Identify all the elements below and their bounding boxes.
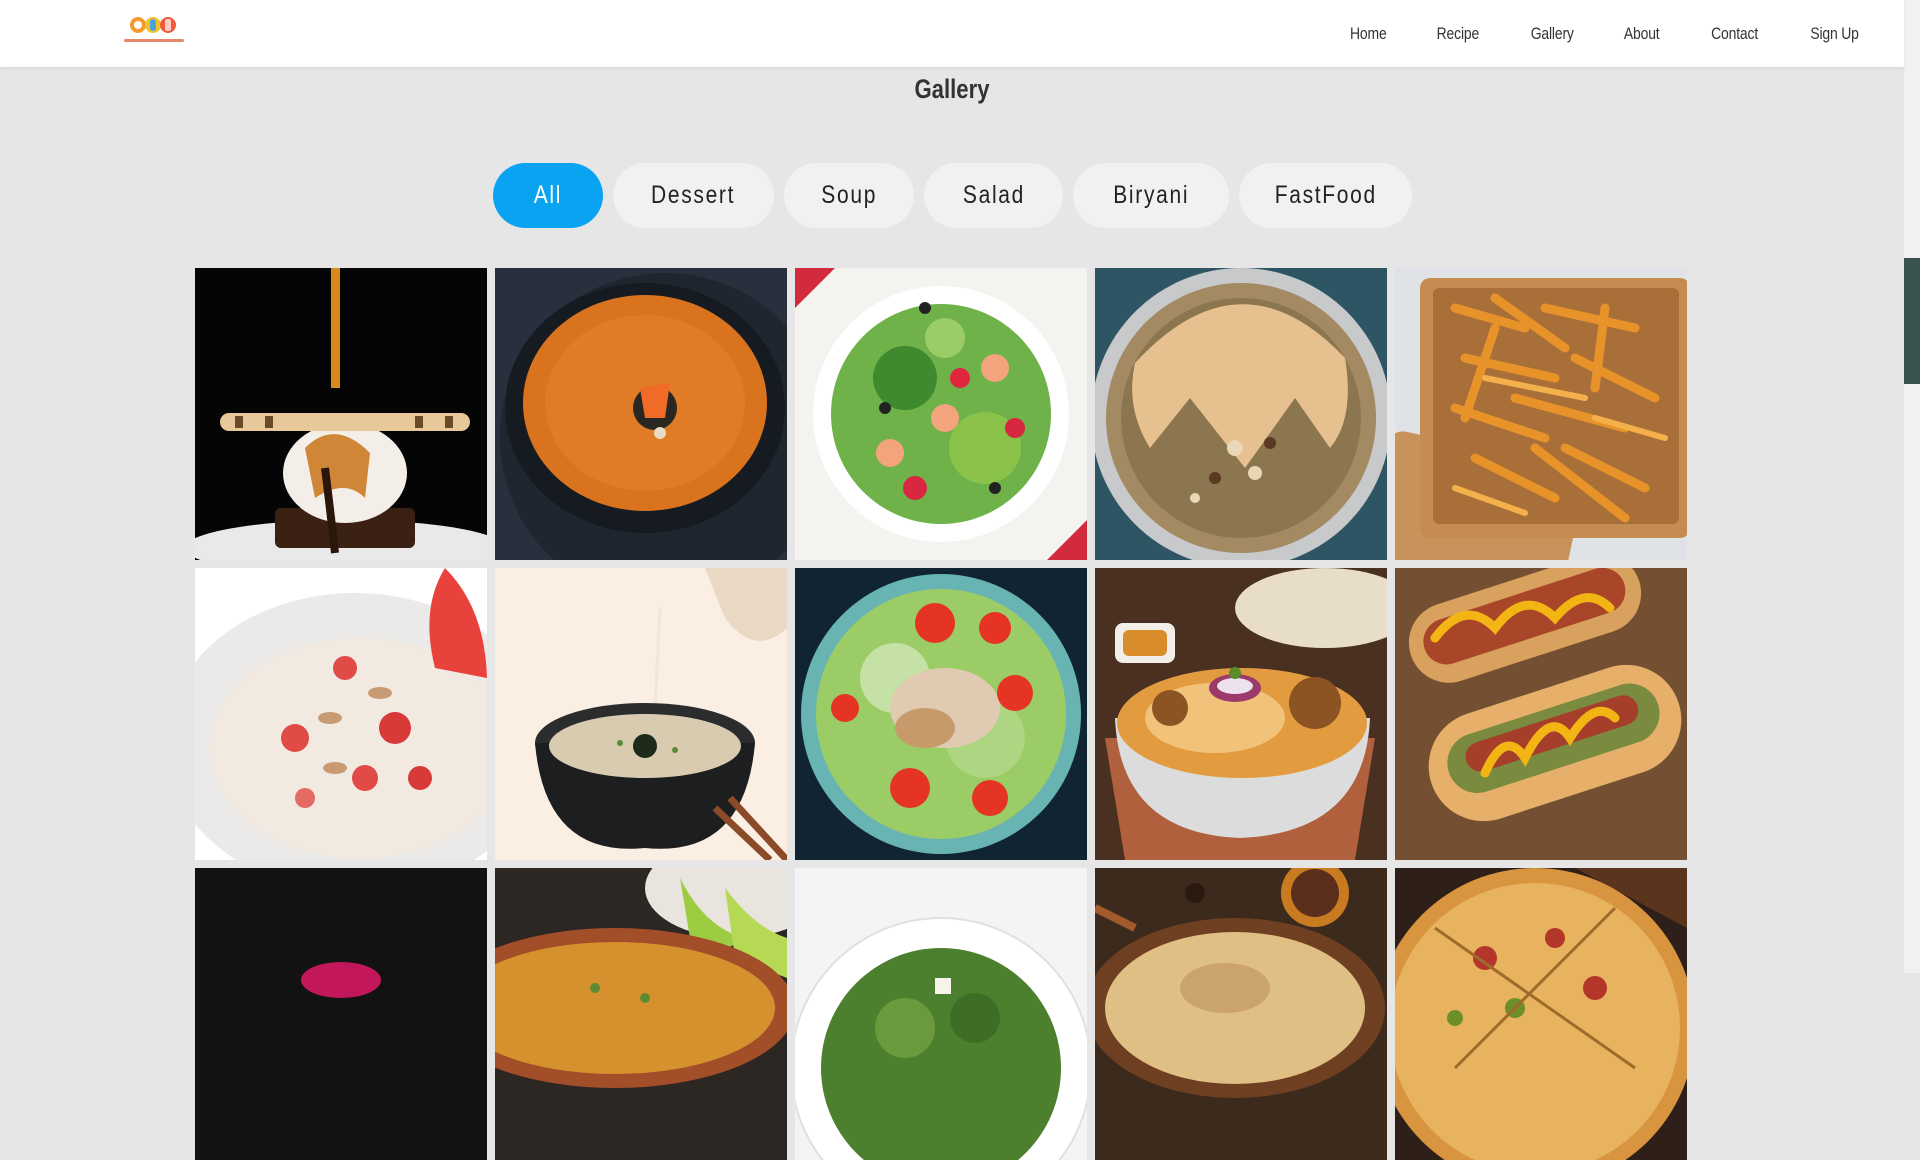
miso-soup-photo (495, 568, 787, 860)
gallery-item[interactable] (495, 268, 787, 560)
gallery-item[interactable] (1095, 568, 1387, 860)
gallery-item[interactable] (1395, 568, 1687, 860)
green-salad-photo (795, 868, 1087, 1160)
page-title: Gallery (914, 74, 990, 104)
pot-biryani-photo (1095, 268, 1387, 560)
gallery-item[interactable] (1095, 268, 1387, 560)
nav-home[interactable]: Home (1350, 24, 1387, 44)
hotdog-photo (1395, 568, 1687, 860)
food-paradise-logo[interactable] (120, 13, 190, 47)
gallery-item[interactable] (195, 568, 487, 860)
filter-all[interactable]: All (493, 163, 603, 228)
nav-recipe[interactable]: Recipe (1437, 24, 1480, 44)
shrimp-salad-photo (795, 268, 1087, 560)
pizza-photo (1395, 868, 1687, 1160)
chicken-biryani-photo (1095, 568, 1387, 860)
dessert-icecream-photo (195, 268, 487, 560)
gallery-item[interactable] (495, 868, 787, 1160)
main-nav: Home Recipe Gallery About Contact Sign U… (1346, 0, 1904, 67)
french-fries-photo (1395, 268, 1687, 560)
gallery-item[interactable] (1395, 268, 1687, 560)
filter-soup[interactable]: Soup (784, 163, 914, 228)
lime-soup-photo (495, 868, 787, 1160)
gallery-item[interactable] (195, 868, 487, 1160)
gallery-item[interactable] (795, 868, 1087, 1160)
nav-about[interactable]: About (1624, 24, 1660, 44)
gallery-filters: All Dessert Soup Salad Biryani FastFood (493, 163, 1412, 228)
tomato-soup-photo (495, 268, 787, 560)
nav-contact[interactable]: Contact (1711, 24, 1758, 44)
gallery-item[interactable] (795, 568, 1087, 860)
gallery-item[interactable] (195, 268, 487, 560)
dark-dessert-photo (195, 868, 487, 1160)
nav-sign-up[interactable]: Sign Up (1810, 24, 1859, 44)
site-header: Home Recipe Gallery About Contact Sign U… (0, 0, 1904, 67)
strawberry-oats-photo (195, 568, 487, 860)
scrollbar-thumb[interactable] (1904, 258, 1920, 384)
filter-salad[interactable]: Salad (924, 163, 1063, 228)
chicken-salad-photo (795, 568, 1087, 860)
gallery-grid (195, 268, 1687, 1160)
filter-biryani[interactable]: Biryani (1073, 163, 1229, 228)
filter-dessert[interactable]: Dessert (613, 163, 774, 228)
biryani-bowl-photo (1095, 868, 1387, 1160)
nav-gallery[interactable]: Gallery (1531, 24, 1574, 44)
gallery-item[interactable] (1395, 868, 1687, 1160)
gallery-item[interactable] (795, 268, 1087, 560)
gallery-item[interactable] (1095, 868, 1387, 1160)
scrollbar-track[interactable] (1904, 0, 1920, 973)
filter-fastfood[interactable]: FastFood (1239, 163, 1412, 228)
gallery-item[interactable] (495, 568, 787, 860)
